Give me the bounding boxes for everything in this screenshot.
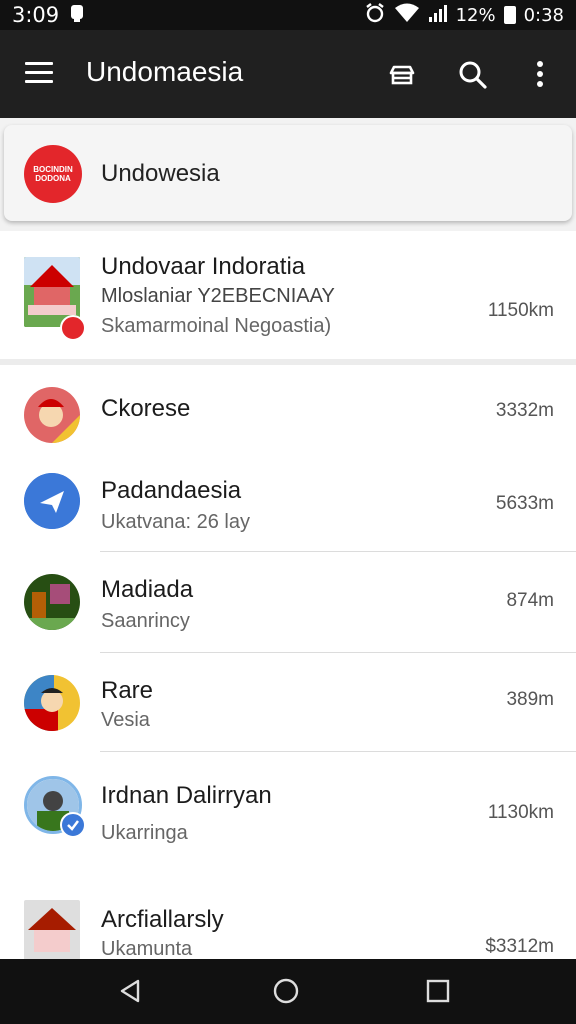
list-item[interactable]: Arcfiallarsly Ukamunta $3312m	[0, 872, 576, 959]
status-left: 3:09	[12, 0, 85, 30]
status-time-left: 3:09	[12, 3, 60, 27]
building-thumbnail-icon	[24, 900, 80, 959]
more-vert-icon[interactable]	[520, 54, 560, 94]
item-distance: 874m	[506, 590, 554, 611]
item-title: Arcfiallarsly	[101, 906, 224, 933]
item-subtitle: Vesia	[101, 709, 150, 731]
country-card[interactable]: BOCINDIN DODONA Undowesia	[4, 125, 572, 221]
list-item[interactable]: Padandaesia Ukatvana: 26 lay 5633m	[0, 451, 576, 551]
battery-percent: 12%	[455, 4, 496, 26]
item-title: Rare	[101, 677, 154, 704]
notification-icon	[69, 3, 85, 28]
landscape-avatar	[24, 574, 80, 630]
country-flag-icon: BOCINDIN DODONA	[24, 145, 82, 203]
home-icon[interactable]	[268, 973, 304, 1009]
country-name: Undowesia	[101, 160, 220, 187]
item-title: Madiada	[101, 576, 194, 603]
item-subtitle: Ukatvana: 26 lay	[101, 511, 250, 533]
app-bar: Undomaesia	[0, 30, 576, 118]
verified-check-icon	[60, 812, 86, 838]
item-subtitle-2: Skamarmoinal Negoastia)	[101, 315, 332, 337]
item-subtitle: Saanrincy	[101, 610, 190, 632]
list-item[interactable]: Irdnan Dalirryan Ukarringa 1130km	[0, 752, 576, 872]
item-distance: 3332m	[495, 400, 554, 421]
flag-portrait-avatar	[24, 675, 80, 731]
item-distance: 1150km	[487, 300, 554, 321]
item-subtitle: Mloslaniar Y2EBECNIAAY	[101, 285, 335, 307]
store-icon[interactable]	[382, 54, 422, 94]
navigation-icon	[24, 473, 80, 529]
item-title: Ckorese	[101, 395, 191, 422]
item-subtitle: Ukarringa	[101, 822, 188, 844]
flag-text-1: BOCINDIN	[33, 165, 73, 174]
alarm-icon	[364, 2, 386, 28]
back-icon[interactable]	[112, 973, 148, 1009]
list-item[interactable]: Undovaar Indoratia Mloslaniar Y2EBECNIAA…	[0, 231, 576, 359]
menu-icon[interactable]	[22, 60, 56, 86]
badge-icon	[60, 315, 86, 341]
item-title: Padandaesia	[101, 477, 242, 504]
portrait-avatar	[24, 387, 80, 443]
search-icon[interactable]	[452, 54, 492, 94]
app-title: Undomaesia	[86, 56, 244, 87]
list-item[interactable]: Madiada Saanrincy 874m	[0, 552, 576, 652]
item-distance: 1130km	[487, 802, 554, 823]
status-right: 12% 0:38	[364, 0, 564, 30]
item-distance: 389m	[506, 689, 554, 710]
item-distance: 5633m	[495, 493, 554, 514]
places-list: Undovaar Indoratia Mloslaniar Y2EBECNIAA…	[0, 231, 576, 959]
flag-text-2: DODONA	[35, 174, 71, 183]
item-subtitle: Ukamunta	[101, 938, 193, 959]
battery-icon	[503, 6, 516, 24]
list-item[interactable]: Ckorese 3332m	[0, 365, 576, 451]
signal-icon	[428, 3, 448, 28]
list-item[interactable]: Rare Vesia 389m	[0, 653, 576, 751]
status-time-right: 0:38	[523, 4, 564, 26]
wifi-icon	[394, 3, 420, 28]
item-title: Irdnan Dalirryan	[101, 782, 272, 809]
item-distance: $3312m	[485, 936, 554, 957]
status-bar: 3:09 12% 0:38	[0, 0, 576, 30]
navigation-bar	[0, 959, 576, 1024]
recents-icon[interactable]	[420, 973, 456, 1009]
item-title: Undovaar Indoratia	[101, 253, 306, 280]
